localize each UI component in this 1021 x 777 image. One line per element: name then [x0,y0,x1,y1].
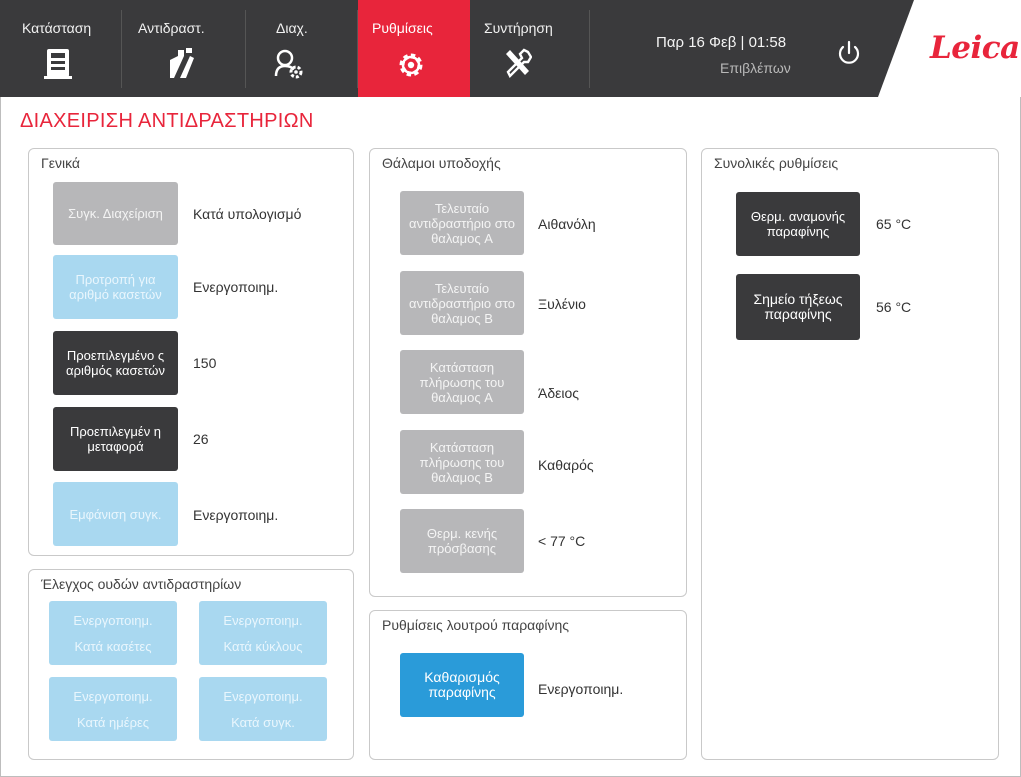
nav-status[interactable]: Κατάσταση [0,0,120,97]
paraffin-cleaning-button[interactable]: Καθαρισμός παραφίνης [400,653,524,717]
general-panel: Γενικά Συγκ. Διαχείριση Κατά υπολογισμό … [28,148,354,556]
general-panel-title: Γενικά [41,155,80,171]
nav-admin-label: Διαχ. [276,20,308,36]
show-concentration-value: Ενεργοποιημ. [193,507,279,523]
nav-maintenance[interactable]: Συντήρηση [470,0,588,97]
nav-separator [589,10,590,88]
fill-state-retort-a-button[interactable]: Κατάσταση πλήρωσης του θαλαμος A [400,350,524,414]
paraffin-melting-point-button[interactable]: Σημείο τήξεως παραφίνης [736,274,860,340]
last-reagent-retort-a-button[interactable]: Τελευταίο αντιδραστήριο στο θαλαμος A [400,191,524,255]
maintenance-tools-icon [506,48,532,79]
empty-access-temp-button[interactable]: Θερμ. κενής πρόσβασης [400,509,524,573]
threshold-by-days-label: Κατά ημέρες [76,714,150,730]
global-settings-panel: Συνολικές ρυθμίσεις Θερμ. αναμονής παραφ… [701,148,999,760]
threshold-by-cassettes-label: Κατά κασέτες [74,638,152,654]
leica-logo: Leica [878,0,1021,97]
reagent-management-button[interactable]: Συγκ. Διαχείριση [53,182,178,245]
frame-left-border [0,97,1,777]
nav-admin[interactable]: Διαχ. [246,0,356,97]
fill-state-retort-a-value: Άδειος [538,385,580,401]
empty-access-temp-value: < 77 °C [538,533,586,549]
fill-state-retort-b-button[interactable]: Κατάσταση πλήρωσης του θαλαμος B [400,430,524,494]
paraffin-standby-temp-button[interactable]: Θερμ. αναμονής παραφίνης [736,192,860,256]
reagent-management-value: Κατά υπολογισμό [193,206,302,222]
paraffin-bath-panel: Ρυθμίσεις λουτρού παραφίνης Καθαρισμός π… [369,610,687,760]
last-reagent-retort-b-button[interactable]: Τελευταίο αντιδραστήριο στο θαλαμος B [400,271,524,335]
prompt-cassette-count-value: Ενεργοποιημ. [193,279,279,295]
threshold-by-concentration-label: Κατά συγκ. [231,714,295,730]
threshold-by-cycles-button[interactable]: Ενεργοποιημ. Κατά κύκλους [199,601,327,665]
last-reagent-retort-b-value: Ξυλένιο [538,296,586,312]
threshold-by-days-button[interactable]: Ενεργοποιημ. Κατά ημέρες [49,677,177,741]
date-time-display: Παρ 16 Φεβ | 01:58 [656,34,787,51]
top-navigation-bar: Κατάσταση Αντιδραστ. Διαχ. Ρυθμίσεις Συν… [0,0,1021,97]
nav-status-label: Κατάσταση [22,20,92,36]
admin-users-gear-icon [274,49,303,79]
retorts-panel-title: Θάλαμοι υποδοχής [382,155,501,171]
settings-gear-icon [399,53,423,77]
fill-state-retort-b-value: Καθαρός [538,457,594,473]
user-role-label: Επιβλέπων [720,60,791,76]
nav-settings-label: Ρυθμίσεις [372,20,433,36]
paraffin-standby-temp-value: 65 °C [876,216,912,232]
paraffin-cleaning-value: Ενεργοποιημ. [538,681,624,697]
retorts-panel: Θάλαμοι υποδοχής Τελευταίο αντιδραστήριο… [369,148,687,597]
reagent-threshold-checks-panel: Έλεγχος ουδών αντιδραστηρίων Ενεργοποιημ… [28,569,354,760]
reagents-bottle-icon [170,48,194,78]
default-cassette-count-value: 150 [193,355,217,371]
threshold-by-concentration-status: Ενεργοποιημ. [223,688,303,704]
threshold-by-cassettes-status: Ενεργοποιημ. [73,612,153,628]
reagent-threshold-checks-title: Έλεγχος ουδών αντιδραστηρίων [41,576,242,592]
power-icon[interactable] [836,40,862,68]
nav-reagents[interactable]: Αντιδραστ. [122,0,244,97]
leica-logo-text: Leica [930,30,1020,66]
page-title: ΔΙΑΧΕΙΡΙΣΗ ΑΝΤΙΔΡΑΣΤΗΡΙΩΝ [20,110,314,132]
paraffin-bath-title: Ρυθμίσεις λουτρού παραφίνης [382,617,569,633]
default-carryover-button[interactable]: Προεπιλεγμέν η μεταφορά [53,407,178,471]
threshold-by-days-status: Ενεργοποιημ. [73,688,153,704]
default-carryover-value: 26 [193,431,209,447]
threshold-by-cycles-label: Κατά κύκλους [223,638,303,654]
nav-maintenance-label: Συντήρηση [484,20,553,36]
instrument-status-icon [44,49,72,79]
nav-settings[interactable]: Ρυθμίσεις [358,0,470,97]
show-concentration-button[interactable]: Εμφάνιση συγκ. [53,482,178,546]
last-reagent-retort-a-value: Αιθανόλη [538,216,596,232]
nav-reagents-label: Αντιδραστ. [138,20,205,36]
threshold-by-cassettes-button[interactable]: Ενεργοποιημ. Κατά κασέτες [49,601,177,665]
default-cassette-count-button[interactable]: Προεπιλεγμένο ς αριθμός κασετών [53,331,178,395]
paraffin-melting-point-value: 56 °C [876,299,912,315]
threshold-by-cycles-status: Ενεργοποιημ. [223,612,303,628]
prompt-cassette-count-button[interactable]: Προτροπή για αριθμό κασετών [53,255,178,319]
threshold-by-concentration-button[interactable]: Ενεργοποιημ. Κατά συγκ. [199,677,327,741]
global-settings-title: Συνολικές ρυθμίσεις [714,155,839,171]
